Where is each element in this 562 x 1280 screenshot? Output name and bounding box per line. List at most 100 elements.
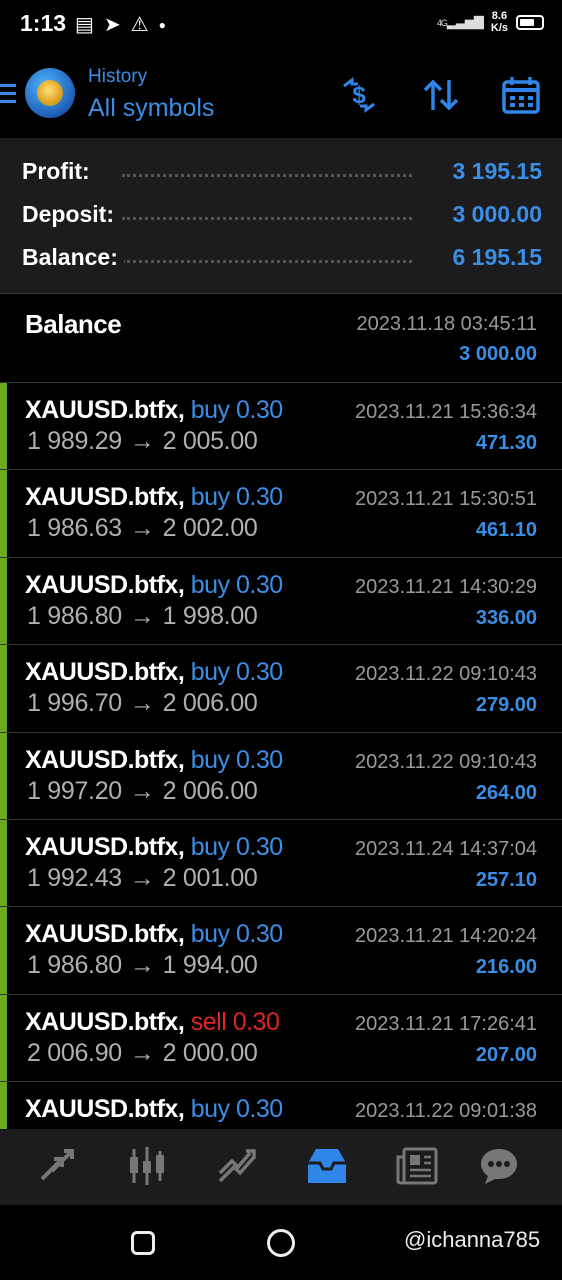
price-arrow-icon: →	[129, 427, 155, 455]
deal-profit: 257.10	[475, 868, 537, 891]
deal-symbol: XAUUSD.btfx, buy 0.30	[25, 1095, 283, 1124]
deal-time: 2023.11.24 14:37:04	[354, 837, 537, 860]
balance-value: 6 195.15	[446, 244, 542, 271]
deal-close-price: 2 001.00	[162, 863, 258, 892]
deal-side: sell 0.30	[190, 1007, 280, 1036]
recents-button[interactable]	[131, 1231, 155, 1255]
deal-indicator-bar	[0, 1082, 7, 1129]
signal-icon: 4G▂▃▅▇	[436, 14, 484, 29]
svg-text:$: $	[352, 82, 366, 109]
balance-row: Balance: 6 195.15	[22, 244, 542, 274]
deal-symbol: XAUUSD.btfx, buy 0.30	[25, 832, 283, 861]
menu-icon[interactable]	[0, 84, 16, 104]
status-bar: 1:13 ▤ ➤ ⚠ ● 4G▂▃▅▇ 8.6 K/s	[0, 0, 562, 50]
deal-time: 2023.11.22 09:10:43	[354, 750, 537, 773]
net-speed: 8.6 K/s	[490, 10, 508, 34]
summary-panel: Profit: 3 195.15 Deposit: 3 000.00 Balan…	[0, 138, 562, 294]
deal-indicator-bar	[0, 819, 7, 907]
telegram-icon: ➤	[103, 14, 121, 36]
sort-icon[interactable]	[418, 72, 464, 118]
news-icon[interactable]	[392, 1143, 442, 1189]
deal-symbol: XAUUSD.btfx, sell 0.30	[25, 1007, 280, 1036]
price-arrow-icon: →	[129, 776, 155, 805]
deal-time: 2023.11.21 15:30:51	[354, 488, 537, 511]
deal-close-price: 2 006.00	[162, 776, 258, 805]
deal-row[interactable]: XAUUSD.btfx, sell 0.30 2 006.90 → 2 000.00…	[0, 994, 562, 1083]
deal-prices: 1 997.20 → 2 006.00	[27, 777, 258, 806]
messages-icon[interactable]	[474, 1143, 524, 1189]
deal-open-price: 1 989.29	[27, 427, 122, 455]
price-arrow-icon: →	[129, 863, 155, 892]
deal-side: buy 0.30	[190, 920, 283, 949]
dollar-exchange-icon[interactable]: $	[336, 72, 382, 118]
deal-indicator-bar	[0, 470, 7, 557]
deposit-value: 3 000.00	[446, 201, 542, 228]
deal-row[interactable]: XAUUSD.btfx, buy 0.30 1 992.43 → 2 001.00 …	[0, 819, 562, 908]
balance-entry-amount: 3 000.00	[459, 343, 537, 365]
deal-symbol: XAUUSD.btfx, buy 0.30	[25, 483, 283, 512]
deal-row[interactable]: XAUUSD.btfx, buy 0.30 1 986.80 → 1 994.00 …	[0, 907, 562, 995]
deal-time: 2023.11.21 15:36:34	[354, 401, 537, 423]
deal-profit: 207.00	[475, 1043, 537, 1066]
deal-close-price: 2 006.00	[162, 689, 258, 718]
deal-open-price: 1 997.20	[27, 776, 122, 805]
deal-close-price: 1 994.00	[162, 951, 258, 980]
history-list[interactable]: Balance 2023.11.18 03:45:11 3 000.00 XAU…	[0, 295, 562, 1129]
chart-icon[interactable]	[122, 1143, 172, 1189]
deal-profit: 471.30	[475, 432, 537, 454]
price-arrow-icon: →	[129, 514, 155, 543]
deal-symbol: XAUUSD.btfx, buy 0.30	[25, 745, 283, 774]
price-arrow-icon: →	[129, 1038, 155, 1067]
deal-indicator-bar	[0, 645, 7, 732]
deal-time: 2023.11.22 09:01:38	[354, 1100, 537, 1123]
profit-label: Profit:	[22, 158, 96, 185]
deal-symbol: XAUUSD.btfx, buy 0.30	[25, 920, 283, 949]
bottom-nav	[0, 1129, 562, 1205]
quotes-icon[interactable]	[32, 1143, 82, 1189]
deal-prices: 1 992.43 → 2 001.00	[27, 864, 258, 893]
deal-profit: 279.00	[475, 694, 537, 717]
profit-value: 3 195.15	[446, 158, 542, 185]
deal-row[interactable]: XAUUSD.btfx, buy 0.30 1 986.63 → 2 002.00 …	[0, 470, 562, 558]
deal-row[interactable]: XAUUSD.btfx, buy 0.30 2023.11.22 09:01:3…	[0, 1082, 562, 1129]
deal-time: 2023.11.22 09:10:43	[354, 663, 537, 686]
deal-prices: 1 996.70 → 2 006.00	[27, 689, 258, 718]
trade-icon[interactable]	[212, 1143, 262, 1189]
deal-profit: 336.00	[475, 606, 537, 629]
deal-symbol: XAUUSD.btfx, buy 0.30	[25, 658, 283, 687]
deal-indicator-bar	[0, 732, 7, 819]
deal-profit: 216.00	[475, 956, 537, 979]
symbol-filter[interactable]: All symbols	[88, 94, 214, 123]
deal-open-price: 1 986.63	[27, 514, 122, 543]
deals-list: XAUUSD.btfx, buy 0.30 1 989.29 → 2 005.00 …	[0, 383, 562, 1129]
calendar-icon[interactable]	[498, 72, 544, 118]
deal-indicator-bar	[0, 557, 7, 645]
deal-profit: 264.00	[475, 781, 537, 804]
deal-indicator-bar	[0, 907, 7, 994]
app-header: History All symbols $	[0, 50, 562, 138]
app-logo	[25, 68, 75, 118]
deal-time: 2023.11.21 14:20:24	[354, 925, 537, 948]
deal-side: buy 0.30	[190, 745, 283, 774]
message-icon: ▤	[75, 14, 94, 36]
deal-indicator-bar	[0, 994, 7, 1082]
deal-prices: 2 006.90 → 2 000.00	[27, 1039, 258, 1068]
deal-row[interactable]: XAUUSD.btfx, buy 0.30 1 989.29 → 2 005.00 …	[0, 383, 562, 471]
balance-entry[interactable]: Balance 2023.11.18 03:45:11 3 000.00	[0, 295, 562, 383]
deal-row[interactable]: XAUUSD.btfx, buy 0.30 1 997.20 → 2 006.00 …	[0, 732, 562, 820]
deal-side: buy 0.30	[190, 832, 283, 861]
deal-open-price: 1 986.80	[27, 601, 122, 630]
deal-row[interactable]: XAUUSD.btfx, buy 0.30 1 996.70 → 2 006.00 …	[0, 645, 562, 733]
deal-symbol: XAUUSD.btfx, buy 0.30	[25, 570, 283, 599]
price-arrow-icon: →	[129, 601, 155, 630]
deal-row[interactable]: XAUUSD.btfx, buy 0.30 1 986.80 → 1 998.00 …	[0, 557, 562, 646]
status-time: 1:13	[20, 10, 67, 36]
dot-icon: ●	[158, 17, 166, 32]
deposit-row: Deposit: 3 000.00	[22, 201, 542, 231]
deal-side: buy 0.30	[190, 396, 283, 424]
system-nav: @ichanna785	[0, 1205, 562, 1280]
history-icon[interactable]	[302, 1143, 352, 1189]
page-title: History	[88, 66, 148, 87]
home-button[interactable]	[267, 1229, 295, 1257]
deal-side: buy 0.30	[190, 483, 283, 512]
